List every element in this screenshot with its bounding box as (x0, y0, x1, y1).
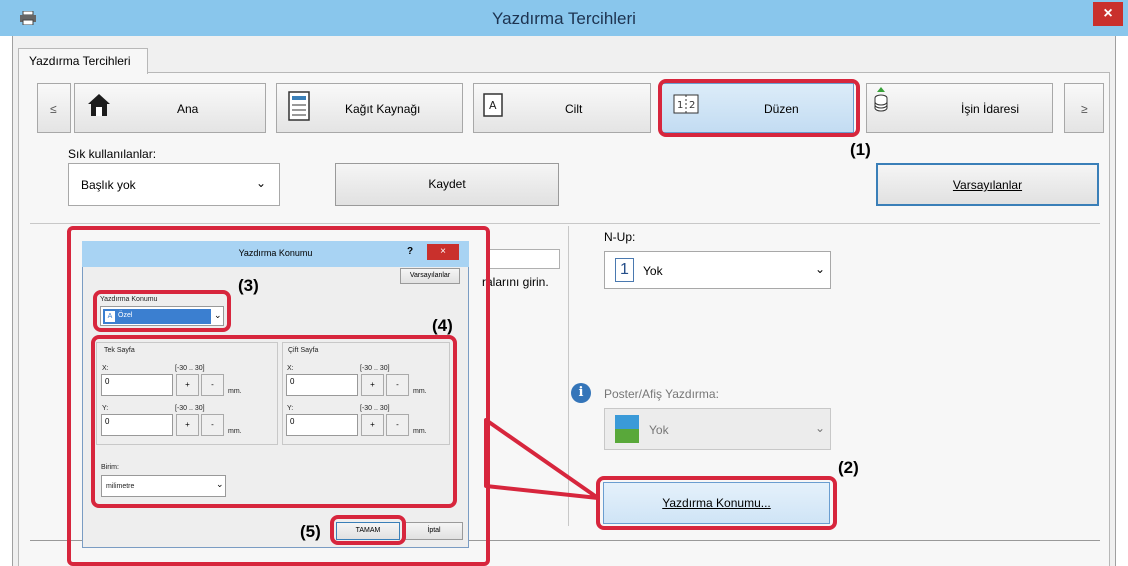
highlight-ok-button (330, 515, 406, 545)
tab-binding[interactable]: A Cilt (473, 83, 651, 133)
chevron-down-icon: ⌄ (815, 262, 826, 276)
poster-label: Poster/Afiş Yazdırma: (604, 387, 719, 401)
nup-one-icon: 1 (615, 258, 634, 282)
window-title: Yazdırma Tercihleri (492, 9, 636, 28)
job-handling-icon (874, 87, 888, 112)
tab-ana-label: Ana (177, 102, 199, 116)
callout-connector (484, 418, 600, 500)
highlight-layout-tab (658, 79, 860, 137)
poster-select[interactable]: Yok ⌄ (604, 408, 831, 450)
tab-job-handling-label: İşin İdaresi (961, 102, 1020, 116)
favorites-select[interactable]: Başlık yok ⌄ (68, 163, 280, 206)
separator-line (30, 223, 1100, 224)
close-button[interactable]: × (1093, 2, 1123, 26)
home-icon (88, 94, 110, 116)
chevron-down-icon: ⌄ (815, 421, 826, 435)
tab-binding-label: Cilt (565, 102, 583, 116)
callout-4: (4) (432, 316, 453, 335)
favorites-label: Sık kullanılanlar: (68, 147, 157, 161)
chevron-down-icon: ⌄ (256, 176, 267, 190)
callout-1: (1) (850, 140, 871, 159)
save-button-label: Kaydet (428, 177, 466, 191)
partial-instruction-text: ralarını girin. (482, 275, 549, 289)
highlight-position-select (93, 290, 231, 332)
favorites-value: Başlık yok (81, 178, 136, 192)
scroll-left-button[interactable]: ≤ (37, 83, 71, 133)
callout-3: (3) (238, 276, 259, 295)
tab-job-handling[interactable]: İşin İdaresi (866, 83, 1053, 133)
tab-paper-source[interactable]: Kağıt Kaynağı (276, 83, 463, 133)
callout-2: (2) (838, 458, 859, 477)
paper-tray-icon (288, 91, 310, 121)
background-text-field (490, 249, 560, 269)
scroll-right-label: ≥ (1081, 102, 1088, 116)
binding-icon: A (483, 93, 503, 117)
defaults-button-label: Varsayılanlar (952, 178, 1023, 192)
svg-text:A: A (489, 99, 497, 112)
nup-value: Yok (643, 264, 663, 278)
scroll-left-label: ≤ (50, 102, 57, 116)
tab-paper-source-label: Kağıt Kaynağı (345, 102, 421, 116)
tab-ana[interactable]: Ana (74, 83, 266, 133)
scroll-right-button[interactable]: ≥ (1064, 83, 1104, 133)
poster-value: Yok (649, 423, 669, 437)
nup-label: N-Up: (604, 230, 636, 244)
poster-icon (615, 415, 639, 443)
tab-print-preferences[interactable]: Yazdırma Tercihleri (18, 48, 148, 74)
highlight-print-position-button (596, 476, 837, 530)
save-button[interactable]: Kaydet (335, 163, 559, 206)
callout-5: (5) (300, 522, 321, 541)
nup-select[interactable]: 1 Yok ⌄ (604, 251, 831, 289)
defaults-button[interactable]: Varsayılanlar (876, 163, 1099, 206)
highlight-position-fields (91, 335, 457, 508)
